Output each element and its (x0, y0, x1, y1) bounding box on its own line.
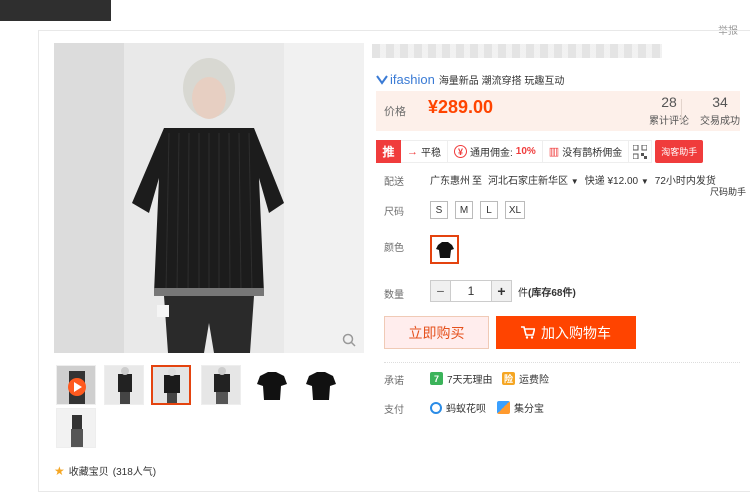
top-nav-bar (0, 0, 111, 21)
chart-icon: ▥ (548, 146, 560, 158)
express-fee: 快递 ¥12.00 (584, 176, 639, 187)
price-value: ¥289.00 (428, 97, 494, 117)
caret-down-icon: ▼ (640, 177, 649, 186)
thumbnail-6[interactable] (300, 365, 340, 405)
heart-logo-icon (376, 75, 388, 85)
thumbnail-4[interactable] (201, 365, 241, 405)
size-label: 尺码 (384, 207, 404, 218)
promo-bar: 推 → 平稳 ¥ 通用佣金: 10% ▥ 没有鹊桥佣金 淘客助手 (376, 140, 704, 163)
add-to-cart-button[interactable]: 加入购物车 (496, 316, 636, 349)
promo-trend[interactable]: → 平稳 (401, 140, 448, 163)
promise-7day-label: 7天无理由 (447, 375, 493, 386)
video-thumb-icon (57, 366, 95, 404)
seven-day-icon: 7 (430, 372, 443, 385)
zoom-icon[interactable] (342, 333, 356, 347)
promo-commission-value: 10% (515, 146, 536, 157)
cart-icon (521, 326, 535, 339)
ship-eta: 72小时内发货 (654, 176, 716, 187)
unit-text: 件 (518, 287, 528, 299)
sales-label: 交易成功 (700, 116, 740, 127)
favorite-count: (318人气) (112, 467, 157, 478)
shipping-info: 广东惠州 至 河北石家庄新华区 ▼ 快递 ¥12.00 ▼ 72小时内发货 (430, 172, 716, 187)
favorite-label: 收藏宝贝 (68, 467, 109, 478)
review-count[interactable]: 28 累计评论 (641, 94, 697, 127)
sales-count: 34 交易成功 (692, 94, 748, 127)
buy-now-button[interactable]: 立即购买 (384, 316, 489, 349)
quantity-unit: 件(库存68件) (518, 284, 576, 299)
quantity-increase-button[interactable]: + (491, 280, 512, 302)
qr-code[interactable] (629, 140, 653, 163)
promise-label: 承诺 (384, 376, 404, 387)
taoke-helper-button[interactable]: 淘客助手 (655, 140, 704, 163)
black-tshirt-icon (435, 241, 454, 258)
thumbnail-video[interactable] (56, 365, 96, 405)
model-thumb-icon (202, 366, 240, 404)
huabei-icon (430, 401, 442, 414)
star-icon: ★ (54, 463, 65, 478)
payment-huabei-label: 蚂蚁花呗 (446, 404, 486, 415)
color-label: 颜色 (384, 243, 404, 254)
size-option-s[interactable]: S (430, 201, 448, 219)
quantity-stepper: − 1 + 件(库存68件) (430, 280, 576, 302)
thumbnail-3-selected[interactable] (151, 365, 191, 405)
sales-number: 34 (712, 94, 728, 110)
price-panel: 价格 ¥289.00 28 累计评论 34 交易成功 (376, 91, 740, 131)
thumbnail-5[interactable] (251, 365, 291, 405)
thumbnail-7[interactable] (56, 408, 96, 448)
payment-jifenbao[interactable]: 集分宝 (497, 400, 544, 415)
express-select[interactable]: 快递 ¥12.00 ▼ (585, 172, 649, 187)
qrcode-icon (633, 144, 648, 159)
model-thumb-icon (105, 366, 143, 404)
promo-badge: 推 (376, 140, 401, 163)
color-option-black[interactable] (430, 235, 459, 264)
review-label: 累计评论 (649, 116, 689, 127)
payment-huabei[interactable]: 蚂蚁花呗 (430, 400, 486, 415)
favorite-button[interactable]: ★ 收藏宝贝 (318人气) (54, 463, 157, 479)
trend-icon: → (407, 145, 418, 158)
promo-commission-label: 通用佣金: (470, 148, 513, 159)
tshirt-icon (257, 372, 287, 400)
stock-text: (库存68件) (528, 287, 576, 299)
promo-bridge[interactable]: ▥ 没有鹊桥佣金 (542, 140, 630, 163)
ship-destination: 河北石家庄新华区 (488, 176, 568, 187)
quantity-input[interactable]: 1 (451, 280, 491, 302)
ship-to-word: 至 (472, 176, 482, 187)
ship-destination-select[interactable]: 河北石家庄新华区 ▼ (488, 172, 579, 187)
brand-name: ifashion (390, 72, 435, 87)
brand-row[interactable]: ifashion 海量新品 潮流穿搭 玩趣互动 (376, 72, 564, 87)
size-options: S M L XL (430, 201, 525, 219)
thumbnail-2[interactable] (104, 365, 144, 405)
size-option-m[interactable]: M (455, 201, 473, 219)
jifenbao-icon (497, 401, 510, 414)
add-cart-label: 加入购物车 (541, 324, 611, 341)
price-label: 价格 (384, 106, 406, 118)
tshirt-icon (306, 372, 336, 400)
shipping-label: 配送 (384, 177, 404, 188)
insurance-icon: 险 (502, 372, 515, 385)
promo-commission[interactable]: ¥ 通用佣金: 10% (448, 140, 543, 163)
promise-7day[interactable]: 7 7天无理由 (430, 371, 493, 386)
promo-trend-label: 平稳 (421, 148, 441, 159)
payment-jifenbao-label: 集分宝 (514, 404, 544, 415)
ship-from: 广东惠州 (430, 176, 470, 187)
promise-shipping-insurance[interactable]: 险 运费险 (502, 371, 549, 386)
caret-down-icon: ▼ (570, 177, 579, 186)
size-option-l[interactable]: L (480, 201, 498, 219)
promo-bridge-label: 没有鹊桥佣金 (562, 148, 623, 159)
review-number: 28 (661, 94, 677, 110)
stat-divider (681, 99, 682, 123)
size-option-xl[interactable]: XL (505, 201, 525, 219)
brand-tags: 海量新品 潮流穿搭 玩趣互动 (438, 76, 565, 87)
commission-icon: ¥ (454, 145, 467, 158)
main-product-image[interactable] (54, 43, 364, 353)
model-thumb-icon (153, 367, 189, 403)
promise-insurance-label: 运费险 (519, 375, 549, 386)
quantity-decrease-button[interactable]: − (430, 280, 451, 302)
model-thumb-icon (57, 409, 95, 447)
product-title-blurred (372, 44, 662, 58)
payment-label: 支付 (384, 405, 404, 416)
model-photo (54, 43, 364, 353)
quantity-label: 数量 (384, 290, 404, 301)
service-divider (384, 362, 740, 363)
